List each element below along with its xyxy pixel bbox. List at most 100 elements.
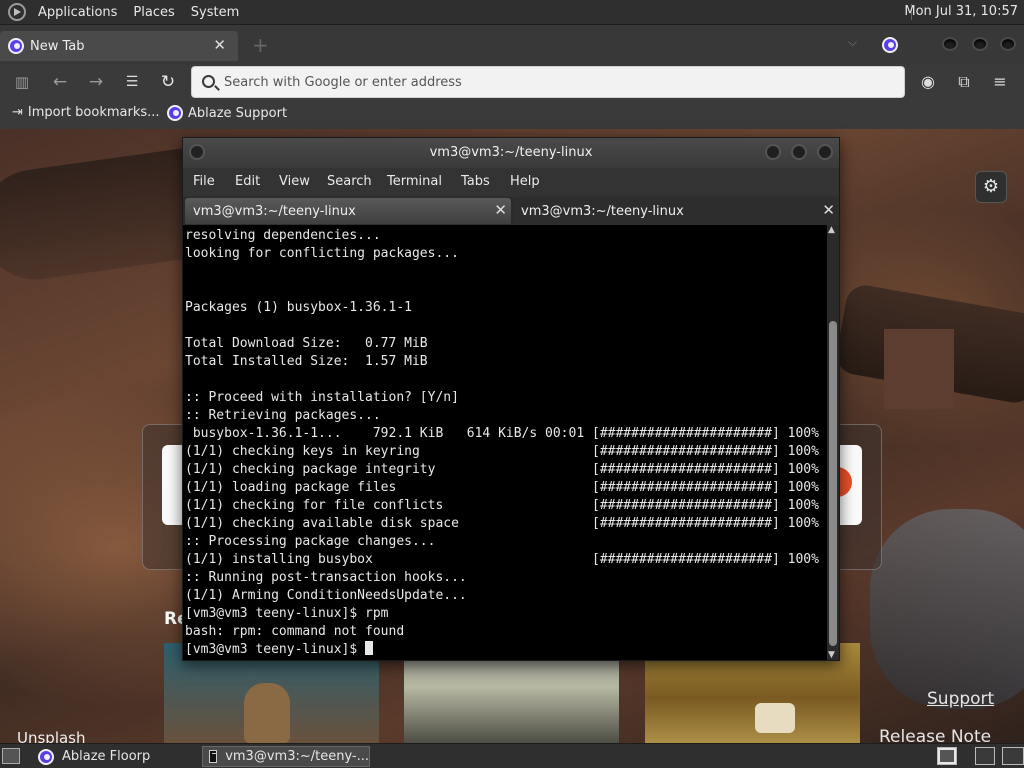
release-note-link[interactable]: Release Note (879, 727, 991, 743)
workspace-1[interactable] (937, 747, 957, 765)
bookmark-label: Import bookmarks... (27, 105, 160, 120)
top-site-tile[interactable] (822, 445, 862, 525)
back-arrow-icon[interactable]: ← (48, 70, 72, 94)
terminal-line: [vm3@vm3 teeny-linux]$ rpm (185, 606, 389, 621)
floorp-icon (38, 748, 54, 765)
close-terminal-tab-icon[interactable]: ✕ (494, 201, 507, 219)
import-icon: ⇥ (12, 105, 23, 120)
terminal-title: vm3@vm3:~/teeny-linux (429, 145, 593, 160)
search-icon (202, 75, 215, 88)
close-terminal-tab-icon[interactable]: ✕ (822, 201, 835, 219)
terminal-line: (1/1) checking package integrity [######… (185, 462, 819, 477)
unsplash-link[interactable]: Unsplash (17, 729, 86, 743)
newtab-settings-gear-icon[interactable]: ⚙ (975, 171, 1007, 203)
terminal-line: (1/1) installing busybox [##############… (185, 552, 819, 567)
show-desktop-icon[interactable] (2, 748, 20, 764)
terminal-menu-tabs[interactable]: Tabs (461, 174, 490, 189)
terminal-line: looking for conflicting packages... (185, 246, 459, 261)
terminal-close-button[interactable] (817, 144, 833, 160)
panel-clock[interactable]: Mon Jul 31, 10:57 (904, 4, 1018, 19)
terminal-line: (1/1) checking available disk space [###… (185, 516, 819, 531)
terminal-line: resolving dependencies... (185, 228, 381, 243)
hamburger-menu-icon[interactable]: ≡ (990, 72, 1010, 92)
top-panel: Applications Places System Mon Jul 31, 1… (0, 0, 1024, 25)
terminal-minimize-button[interactable] (765, 144, 781, 160)
window-maximize-button[interactable] (972, 37, 988, 51)
terminal-line: :: Retrieving packages... (185, 408, 381, 423)
browser-tabbar: New Tab ✕ + ⌵ (0, 25, 1024, 65)
window-close-button[interactable] (1000, 37, 1016, 51)
floorp-icon (8, 38, 24, 54)
terminal-line: (1/1) loading package files [###########… (185, 480, 819, 495)
scrollbar-thumb[interactable] (829, 321, 837, 646)
terminal-menu-terminal[interactable]: Terminal (387, 174, 442, 189)
terminal-menu-search[interactable]: Search (327, 174, 372, 189)
terminal-line: bash: rpm: command not found (185, 624, 405, 639)
taskbar-item-label: vm3@vm3:~/teeny-... (225, 749, 369, 764)
extensions-puzzle-icon[interactable]: ⧉ (954, 72, 974, 92)
terminal-tab-1[interactable]: vm3@vm3:~/teeny-linux ✕ (185, 198, 511, 224)
taskbar-item-terminal[interactable]: vm3@vm3:~/teeny-... (202, 746, 370, 767)
terminal-cursor (365, 641, 374, 655)
bookmark-import[interactable]: ⇥ Import bookmarks... (12, 105, 160, 120)
close-tab-icon[interactable]: ✕ (213, 36, 226, 54)
window-minimize-button[interactable] (942, 37, 958, 51)
bookmarks-toolbar: ⇥ Import bookmarks... Ablaze Support (0, 99, 1024, 129)
terminal-menubar: File Edit View Search Terminal Tabs Help (183, 168, 839, 196)
tab-title: New Tab (30, 38, 85, 54)
account-icon[interactable]: ◉ (918, 72, 938, 92)
taskbar-item-label: Ablaze Floorp (62, 749, 151, 764)
bookmark-ablaze-support[interactable]: Ablaze Support (167, 105, 287, 121)
terminal-titlebar[interactable]: vm3@vm3:~/teeny-linux (183, 138, 839, 168)
terminal-line: (1/1) checking keys in keyring [########… (185, 444, 819, 459)
panel-menu-places[interactable]: Places (129, 5, 178, 20)
terminal-menu-edit[interactable]: Edit (235, 174, 260, 189)
scroll-down-arrow-icon[interactable]: ▼ (828, 650, 835, 660)
tab-list-icon[interactable]: ☰ (120, 70, 144, 94)
terminal-output: resolving dependencies... looking for con… (183, 225, 827, 659)
background-rock (870, 509, 1024, 709)
terminal-screen[interactable]: resolving dependencies... looking for con… (183, 225, 827, 660)
terminal-line: Total Installed Size: 1.57 MiB (185, 354, 428, 369)
panel-menu-applications[interactable]: Applications (34, 5, 121, 20)
terminal-line: (1/1) checking for file conflicts [#####… (185, 498, 819, 513)
url-bar[interactable] (191, 66, 905, 98)
terminal-line: [vm3@vm3 teeny-linux]$ (185, 641, 827, 659)
terminal-menu-file[interactable]: File (193, 174, 215, 189)
panel-menu-system[interactable]: System (187, 5, 243, 20)
terminal-line: Total Download Size: 0.77 MiB (185, 336, 428, 351)
terminal-scrollbar[interactable]: ▲ ▼ (827, 225, 839, 660)
terminal-tab-2[interactable]: vm3@vm3:~/teeny-linux ✕ (513, 198, 839, 224)
terminal-menu-view[interactable]: View (279, 174, 310, 189)
terminal-menu-help[interactable]: Help (510, 174, 540, 189)
workspace-3[interactable] (1002, 747, 1024, 765)
terminal-line: :: Processing package changes... (185, 534, 436, 549)
taskbar-item-floorp[interactable]: Ablaze Floorp (32, 746, 198, 767)
browser-tab-new-tab[interactable]: New Tab ✕ (0, 31, 238, 61)
workspace-2[interactable] (975, 747, 995, 765)
terminal-icon (209, 750, 218, 763)
bookmark-label: Ablaze Support (188, 105, 288, 121)
sidebar-toggle-icon[interactable]: ▥ (10, 70, 34, 94)
list-tabs-chevron-icon[interactable]: ⌵ (848, 35, 857, 50)
terminal-line: (1/1) Arming ConditionNeedsUpdate... (185, 588, 467, 603)
terminal-tab-label: vm3@vm3:~/teeny-linux (193, 203, 356, 219)
terminal-window: vm3@vm3:~/teeny-linux File Edit View Sea… (182, 137, 840, 661)
terminal-maximize-button[interactable] (791, 144, 807, 160)
distro-logo-icon[interactable] (8, 3, 26, 21)
floorp-menu-icon[interactable] (882, 37, 898, 53)
scroll-up-arrow-icon[interactable]: ▲ (828, 225, 835, 235)
background-wood (884, 329, 954, 409)
terminal-line: :: Running post-transaction hooks... (185, 570, 467, 585)
address-input[interactable] (224, 71, 884, 93)
new-tab-plus-icon[interactable]: + (252, 35, 269, 55)
forward-arrow-icon[interactable]: → (84, 70, 108, 94)
terminal-line: busybox-1.36.1-1... 792.1 KiB 614 KiB/s … (185, 426, 819, 441)
support-link[interactable]: Support (927, 689, 994, 709)
terminal-line: :: Proceed with installation? [Y/n] (185, 390, 459, 405)
reload-icon[interactable]: ↻ (156, 70, 180, 94)
